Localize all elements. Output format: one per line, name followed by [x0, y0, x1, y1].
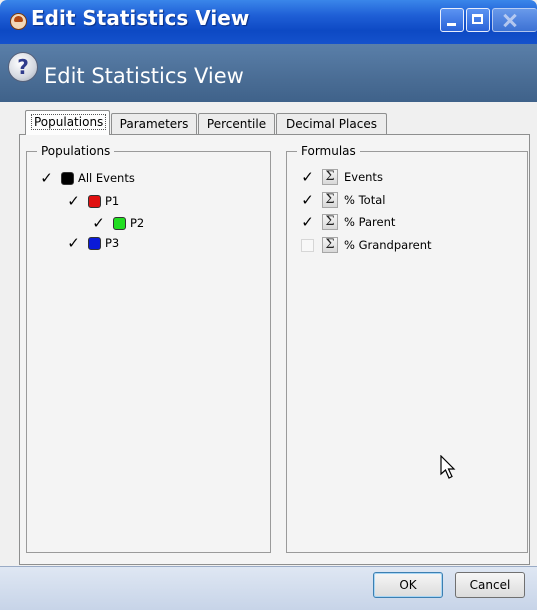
- tab-parameters[interactable]: Parameters: [111, 113, 197, 134]
- population-row-p2[interactable]: ✓ P2: [92, 214, 144, 232]
- population-row-all-events[interactable]: ✓ All Events: [40, 169, 135, 187]
- formula-label: % Total: [344, 193, 386, 207]
- tab-populations[interactable]: Populations: [25, 110, 110, 135]
- checkbox-all-events[interactable]: ✓: [40, 170, 53, 185]
- populations-group: Populations ✓ All Events ✓ P1 ✓ P2 ✓ P3: [26, 143, 271, 553]
- sigma-icon: Σ: [322, 237, 338, 253]
- maximize-button[interactable]: [466, 8, 490, 32]
- formula-row-total[interactable]: ✓ Σ % Total: [301, 191, 385, 209]
- formula-label: % Grandparent: [344, 238, 432, 252]
- tab-decimal-places[interactable]: Decimal Places: [276, 113, 387, 134]
- color-swatch-icon: [61, 171, 74, 185]
- title-bar[interactable]: Edit Statistics View: [0, 0, 537, 44]
- minimize-button[interactable]: [440, 8, 464, 32]
- checkbox-p3[interactable]: ✓: [67, 235, 80, 250]
- ok-button[interactable]: OK: [373, 572, 443, 598]
- checkbox-p2[interactable]: ✓: [92, 215, 105, 230]
- population-label: All Events: [78, 171, 135, 185]
- color-swatch-icon: [88, 194, 101, 208]
- mouse-cursor-icon: [440, 455, 456, 479]
- population-row-p3[interactable]: ✓ P3: [67, 234, 119, 252]
- sigma-icon: Σ: [322, 214, 338, 230]
- tab-percentile[interactable]: Percentile: [198, 113, 275, 134]
- checkbox-p1[interactable]: ✓: [67, 193, 80, 208]
- population-label: P1: [105, 194, 120, 208]
- checkbox-total[interactable]: ✓: [301, 192, 314, 207]
- formula-label: Events: [344, 170, 383, 184]
- formulas-group: Formulas ✓ Σ Events ✓ Σ % Total ✓ Σ % Pa…: [286, 143, 528, 553]
- edit-statistics-dialog: Edit Statistics View ? Edit Statistics V…: [0, 0, 537, 610]
- sigma-icon: Σ: [322, 192, 338, 208]
- close-button[interactable]: [492, 8, 537, 32]
- formula-label: % Parent: [344, 215, 396, 229]
- header-title: Edit Statistics View: [44, 64, 244, 88]
- color-swatch-icon: [113, 216, 126, 230]
- formula-row-parent[interactable]: ✓ Σ % Parent: [301, 213, 395, 231]
- app-icon: [10, 13, 27, 30]
- formula-row-events[interactable]: ✓ Σ Events: [301, 168, 383, 186]
- population-label: P2: [130, 216, 145, 230]
- checkbox-grandparent[interactable]: [301, 238, 314, 252]
- checkbox-events[interactable]: ✓: [301, 169, 314, 184]
- window-title: Edit Statistics View: [31, 6, 250, 30]
- formulas-caption: Formulas: [297, 143, 360, 159]
- population-label: P3: [105, 236, 120, 250]
- sigma-icon: Σ: [322, 169, 338, 185]
- help-icon: ?: [8, 52, 38, 82]
- checkbox-parent[interactable]: ✓: [301, 214, 314, 229]
- populations-caption: Populations: [37, 143, 115, 159]
- cancel-button[interactable]: Cancel: [455, 572, 525, 598]
- color-swatch-icon: [88, 236, 101, 250]
- population-row-p1[interactable]: ✓ P1: [67, 192, 119, 210]
- dialog-header: ? Edit Statistics View: [0, 44, 537, 102]
- formula-row-grandparent[interactable]: Σ % Grandparent: [301, 236, 432, 254]
